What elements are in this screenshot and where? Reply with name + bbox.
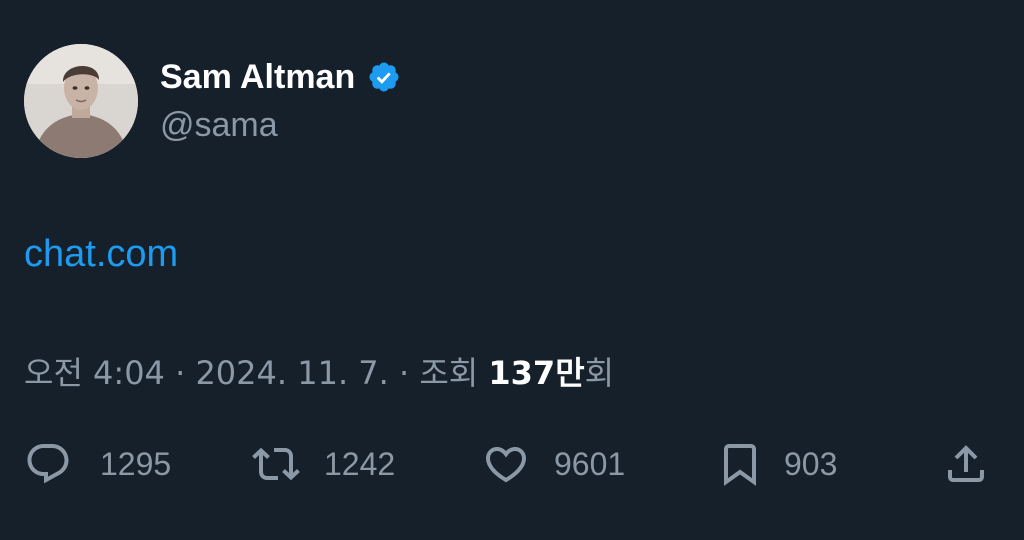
avatar[interactable] [24,44,138,158]
like-button[interactable]: 9601 [482,436,625,492]
action-bar: 1295 1242 9601 903 [24,436,1000,492]
display-name-row[interactable]: Sam Altman [160,56,401,98]
tweet-link[interactable]: chat.com [24,230,178,278]
bookmark-button[interactable]: 903 [716,436,837,492]
retweet-arrows-icon [252,447,300,481]
bookmark-icon [724,444,756,486]
share-upload-icon [948,445,984,482]
retweet-button[interactable]: 1242 [252,436,395,492]
verified-badge-icon [367,60,401,94]
like-count: 9601 [554,445,626,482]
speech-bubble-icon [27,444,69,484]
reply-button[interactable]: 1295 [24,436,171,492]
views-suffix: 회 [584,354,615,392]
views-label: 조회 [419,354,479,392]
tweet-date[interactable]: 2024. 11. 7. [195,354,388,392]
meta-separator: · [164,354,196,392]
views-unit: 만 [555,354,585,392]
user-handle[interactable]: @sama [160,104,278,146]
heart-icon [485,447,527,483]
retweet-count: 1242 [324,445,396,482]
views-count: 137 [488,354,556,392]
meta-separator: · [388,354,420,392]
bookmark-count: 903 [784,445,838,482]
avatar-photo [24,44,138,158]
reply-count: 1295 [100,445,172,482]
tweet-time[interactable]: 오전 4:04 [24,354,165,392]
tweet-meta: 오전 4:04 · 2024. 11. 7. · 조회 137만회 [24,352,614,394]
display-name[interactable]: Sam Altman [160,56,355,98]
share-button[interactable] [942,436,990,492]
